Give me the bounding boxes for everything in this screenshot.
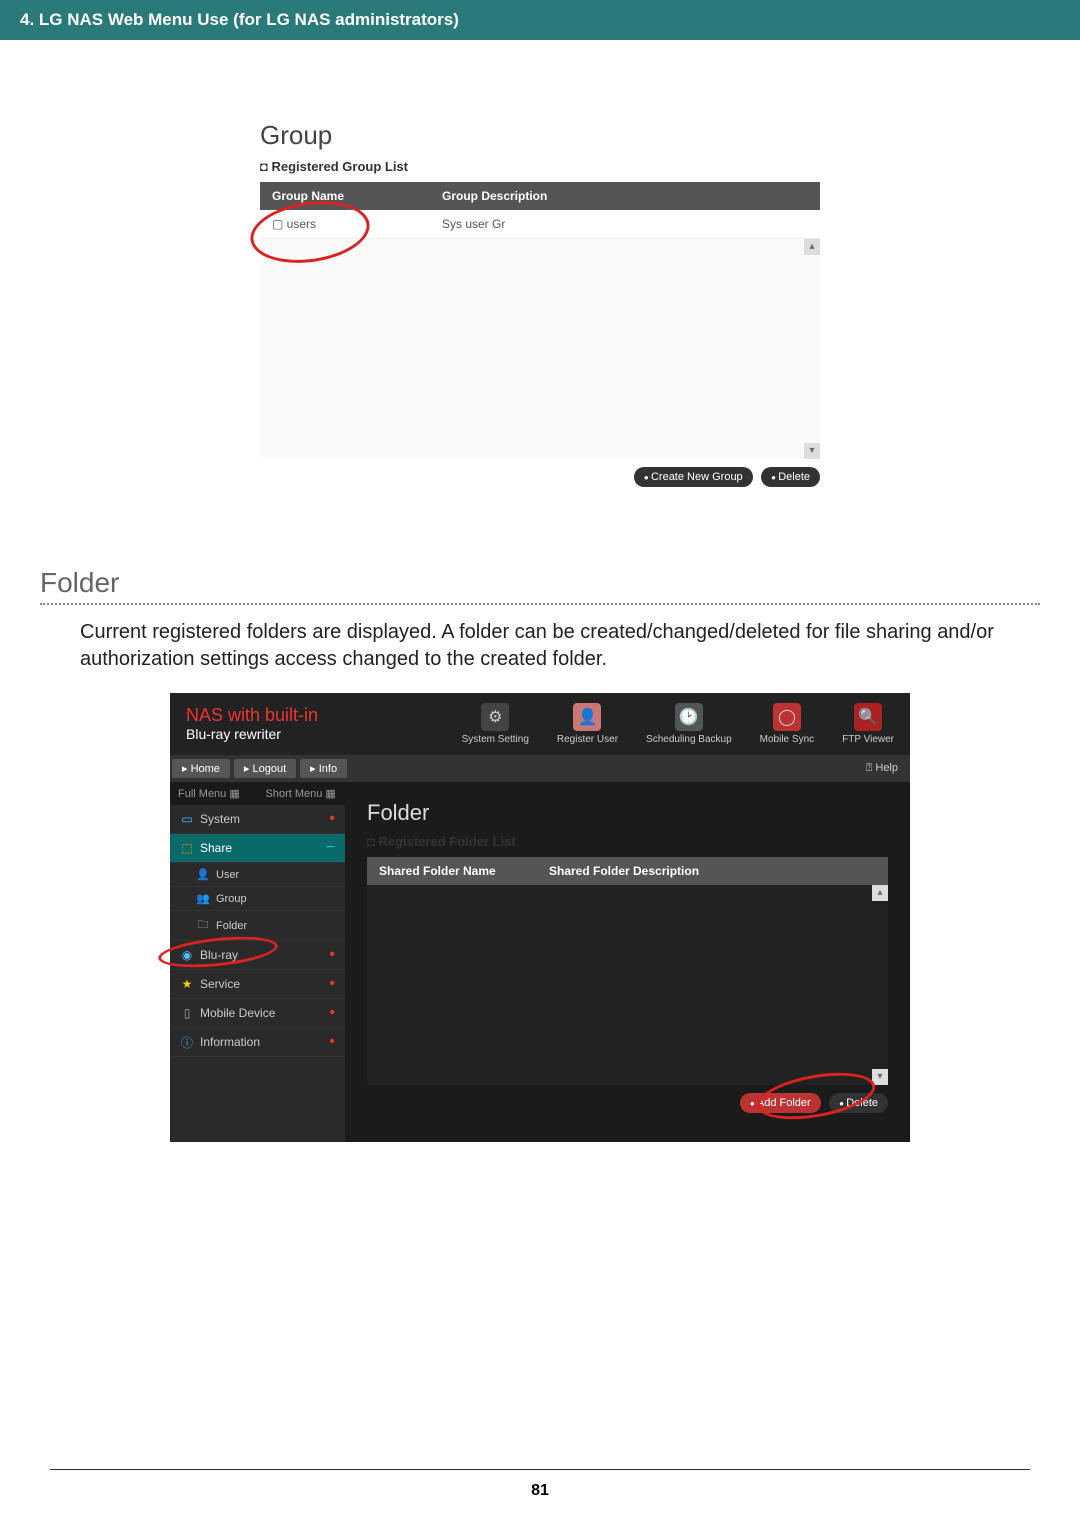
short-menu-toggle[interactable]: Short Menu ▦	[258, 782, 346, 805]
app-header: NAS with built-in Blu-ray rewriter ⚙Syst…	[170, 693, 910, 755]
help-link[interactable]: ⍰ Help	[854, 758, 910, 779]
info-icon: ⓘ	[180, 1034, 194, 1051]
section-body-text: Current registered folders are displayed…	[80, 619, 1040, 673]
table-row[interactable]: ▢ users Sys user Gr	[260, 210, 820, 239]
col-shared-folder-desc: Shared Folder Description	[537, 857, 888, 885]
group-screenshot: Group Registered Group List Group Name G…	[260, 120, 820, 487]
disc-icon: ◉	[180, 948, 194, 962]
scroll-up-icon[interactable]: ▴	[804, 239, 820, 255]
nav-info[interactable]: ▸ Info	[300, 759, 347, 778]
group-icon: 👥	[196, 892, 210, 905]
dotted-rule	[40, 603, 1040, 605]
folder-title: Folder	[367, 800, 888, 826]
col-shared-folder-name: Shared Folder Name	[367, 857, 537, 885]
nav-logout[interactable]: ▸ Logout	[234, 759, 296, 778]
section-heading-folder: Folder	[40, 567, 1040, 599]
scroll-down-icon[interactable]: ▾	[804, 443, 820, 459]
folder-icon: 🗀	[196, 916, 210, 935]
sidebar-item-share[interactable]: ⬚Share−	[170, 834, 345, 863]
tab-system-setting[interactable]: ⚙System Setting	[462, 703, 529, 745]
folder-screenshot: NAS with built-in Blu-ray rewriter ⚙Syst…	[170, 693, 910, 1142]
main-panel: Folder Registered Folder List Shared Fol…	[345, 782, 910, 1142]
star-icon: ★	[180, 977, 194, 991]
add-folder-button[interactable]: Add Folder	[740, 1093, 821, 1113]
cell-group-desc: Sys user Gr	[430, 210, 820, 238]
sidebar-item-user[interactable]: 👤User	[170, 863, 345, 887]
tab-scheduling-backup[interactable]: 🕑Scheduling Backup	[646, 703, 732, 745]
group-table-header: Group Name Group Description	[260, 182, 820, 210]
col-group-description: Group Description	[430, 182, 820, 210]
group-table-body: ▴ ▾	[260, 239, 820, 459]
nav-bar: ▸ Home ▸ Logout ▸ Info ⍰ Help	[170, 755, 910, 782]
page-header: 4. LG NAS Web Menu Use (for LG NAS admin…	[0, 0, 1080, 40]
scroll-down-icon[interactable]: ▾	[872, 1069, 888, 1085]
monitor-icon: ▭	[180, 812, 194, 826]
group-title: Group	[260, 120, 820, 151]
delete-button[interactable]: Delete	[829, 1093, 888, 1113]
tab-mobile-sync[interactable]: ◯Mobile Sync	[760, 703, 814, 745]
page-number: 81	[0, 1482, 1080, 1500]
registered-folder-list-label: Registered Folder List	[367, 834, 888, 849]
sidebar: Full Menu ▦ Short Menu ▦ ▭System• ⬚Share…	[170, 782, 345, 1142]
delete-button[interactable]: Delete	[761, 467, 820, 487]
cell-group-name: ▢ users	[260, 210, 430, 238]
mobile-icon: ▯	[180, 1006, 194, 1020]
tab-register-user[interactable]: 👤Register User	[557, 703, 618, 745]
tab-ftp-viewer[interactable]: 🔍FTP Viewer	[842, 703, 894, 745]
col-group-name: Group Name	[260, 182, 430, 210]
nav-home[interactable]: ▸ Home	[172, 759, 230, 778]
sidebar-item-group[interactable]: 👥Group	[170, 887, 345, 911]
brand-title: NAS with built-in Blu-ray rewriter	[186, 705, 318, 743]
sidebar-item-folder[interactable]: 🗀Folder	[170, 911, 345, 941]
registered-group-list-label: Registered Group List	[260, 159, 820, 174]
sidebar-item-system[interactable]: ▭System•	[170, 805, 345, 834]
sidebar-item-information[interactable]: ⓘInformation•	[170, 1028, 345, 1057]
folder-table-header: Shared Folder Name Shared Folder Descrip…	[367, 857, 888, 885]
sidebar-item-mobile[interactable]: ▯Mobile Device•	[170, 999, 345, 1028]
full-menu-toggle[interactable]: Full Menu ▦	[170, 782, 258, 805]
footer-rule	[50, 1469, 1030, 1470]
user-icon: 👤	[196, 868, 210, 881]
share-icon: ⬚	[180, 841, 194, 855]
sidebar-item-bluray[interactable]: ◉Blu-ray•	[170, 941, 345, 970]
scroll-up-icon[interactable]: ▴	[872, 885, 888, 901]
folder-table-body: ▴ ▾	[367, 885, 888, 1085]
sidebar-item-service[interactable]: ★Service•	[170, 970, 345, 999]
create-new-group-button[interactable]: Create New Group	[634, 467, 753, 487]
